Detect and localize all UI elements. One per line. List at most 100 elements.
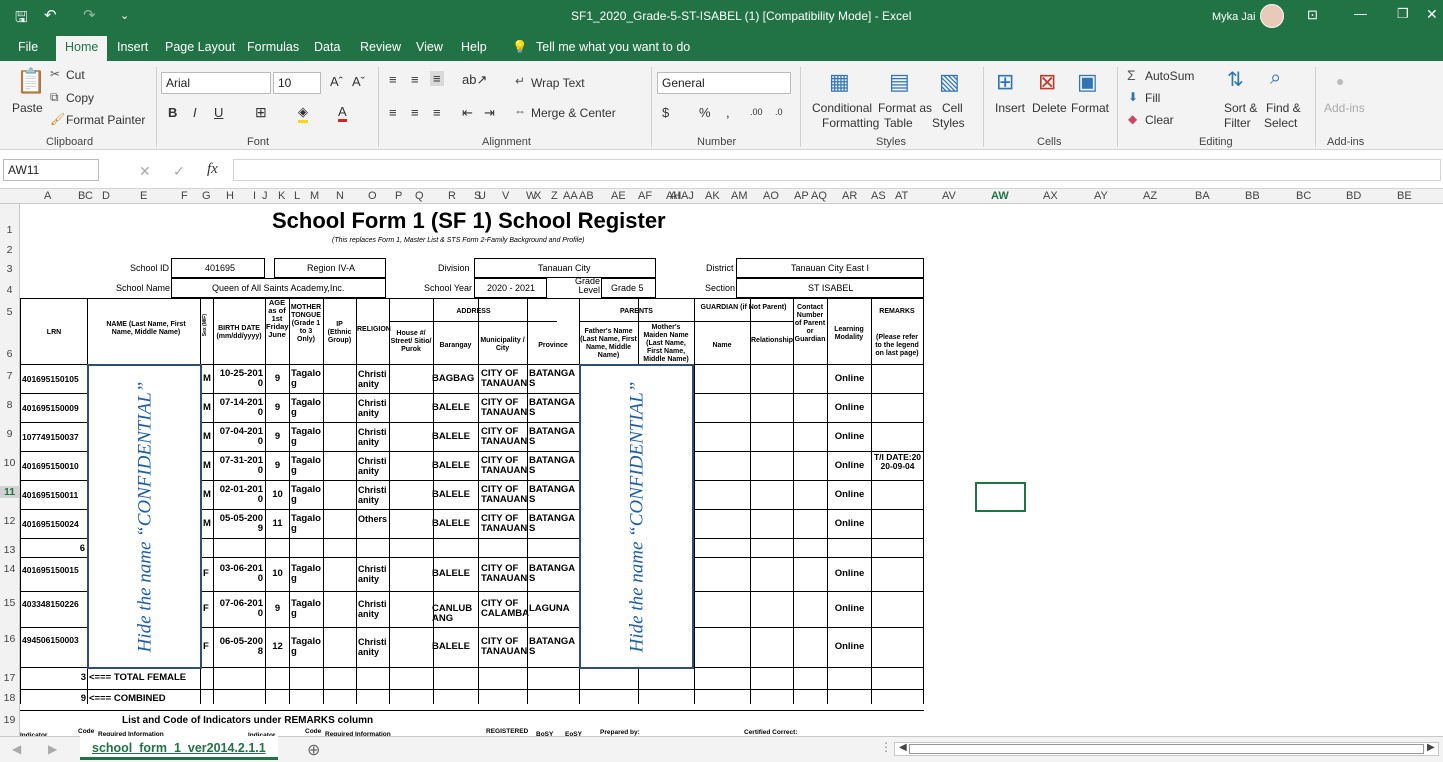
row-header-9[interactable]: 9	[0, 428, 19, 440]
column-header-at[interactable]: AT	[895, 190, 908, 202]
column-header-e[interactable]: E	[140, 190, 147, 202]
cancel-icon[interactable]: ✕	[139, 163, 151, 180]
column-header-i[interactable]: I	[253, 190, 256, 202]
column-header-m[interactable]: M	[310, 190, 319, 202]
column-header-az[interactable]: AZ	[1143, 190, 1157, 202]
name-box[interactable]: AW11	[3, 159, 99, 181]
column-header-be[interactable]: BE	[1397, 190, 1412, 202]
addins-button[interactable]: Add-ins	[1324, 101, 1365, 115]
column-header-d[interactable]: D	[102, 190, 110, 202]
tell-me-search[interactable]: Tell me what you want to do	[534, 40, 692, 54]
enter-icon[interactable]: ✓	[173, 163, 185, 180]
tab-insert[interactable]: Insert	[115, 40, 150, 54]
restore-icon[interactable]: ❐	[1397, 6, 1409, 22]
orientation-icon[interactable]: ab↗	[462, 72, 487, 88]
accounting-icon[interactable]: $	[662, 105, 669, 120]
column-header-aj[interactable]: AJ	[681, 190, 694, 202]
row-header-14[interactable]: 14	[0, 563, 19, 575]
fill-color-icon[interactable]: ◈	[298, 104, 308, 123]
increase-font-icon[interactable]: Aˆ	[330, 74, 343, 89]
format-button[interactable]: Format	[1071, 101, 1109, 115]
row-header-1[interactable]: 1	[0, 224, 19, 236]
format-painter-button[interactable]: Format Painter	[66, 113, 145, 127]
column-header-f[interactable]: F	[181, 190, 188, 202]
top-align-icon[interactable]: ≡	[389, 72, 397, 87]
column-header-q[interactable]: Q	[415, 190, 424, 202]
horizontal-scrollbar[interactable]: ◀ ▶	[894, 742, 1439, 756]
column-header-g[interactable]: G	[202, 190, 211, 202]
close-icon[interactable]: ✕	[1426, 6, 1438, 23]
worksheet-grid[interactable]: School Form 1 (SF 1) School Register (Th…	[20, 204, 1443, 742]
scroll-left-icon[interactable]: ◀	[899, 742, 907, 753]
sort-label[interactable]: Sort &	[1224, 101, 1257, 115]
scrollbar-thumb[interactable]	[909, 744, 1424, 754]
column-header-ao[interactable]: AO	[763, 190, 779, 202]
column-header-bc[interactable]: BC	[1296, 190, 1311, 202]
tab-page-layout[interactable]: Page Layout	[163, 40, 237, 54]
row-header-17[interactable]: 17	[0, 672, 19, 684]
column-header-bd[interactable]: BD	[1346, 190, 1361, 202]
column-header-l[interactable]: L	[294, 190, 300, 202]
row-header-15[interactable]: 15	[0, 597, 19, 609]
wrap-text-button[interactable]: Wrap Text	[531, 76, 585, 90]
select-label[interactable]: Select	[1264, 116, 1297, 130]
styles-button-label[interactable]: Styles	[932, 116, 965, 130]
column-header-ae[interactable]: AE	[611, 190, 626, 202]
decrease-font-icon[interactable]: Aˇ	[352, 74, 365, 89]
row-header-12[interactable]: 12	[0, 515, 19, 527]
new-sheet-icon[interactable]: ⊕	[307, 740, 320, 760]
row-header-10[interactable]: 10	[0, 457, 19, 469]
comma-icon[interactable]: ,	[726, 105, 730, 120]
align-right-icon[interactable]: ≡	[433, 105, 441, 120]
delete-button[interactable]: Delete	[1032, 101, 1067, 115]
column-header-o[interactable]: O	[368, 190, 377, 202]
row-header-19[interactable]: 19	[0, 714, 19, 726]
tab-help[interactable]: Help	[459, 40, 489, 54]
insert-button[interactable]: Insert	[995, 101, 1025, 115]
scroll-right-icon[interactable]: ▶	[1427, 742, 1435, 753]
column-header-a[interactable]: A	[44, 190, 51, 202]
insert-function-icon[interactable]: fx	[207, 161, 218, 178]
italic-icon[interactable]: I	[193, 105, 197, 120]
column-header-av[interactable]: AV	[942, 190, 956, 202]
table-label[interactable]: Table	[884, 116, 913, 130]
formatting-label[interactable]: Formatting	[822, 116, 879, 130]
column-header-aw[interactable]: AW	[991, 190, 1009, 202]
minimize-icon[interactable]: —	[1354, 6, 1367, 21]
column-header-p[interactable]: P	[395, 190, 402, 202]
align-center-icon[interactable]: ≡	[411, 105, 419, 120]
tab-formulas[interactable]: Formulas	[245, 40, 301, 54]
column-header-am[interactable]: AM	[731, 190, 748, 202]
merge-center-button[interactable]: Merge & Center	[531, 106, 616, 120]
column-header-ak[interactable]: AK	[705, 190, 720, 202]
paste-button[interactable]: Paste	[12, 101, 43, 115]
underline-icon[interactable]: U	[214, 105, 223, 120]
filter-label[interactable]: Filter	[1224, 116, 1251, 130]
row-header-16[interactable]: 16	[0, 633, 19, 645]
decrease-indent-icon[interactable]: ⇤	[462, 105, 473, 121]
increase-decimal-icon[interactable]: .00	[750, 107, 763, 117]
column-header-bb[interactable]: BB	[1245, 190, 1260, 202]
tab-file[interactable]: File	[16, 40, 40, 54]
copy-button[interactable]: Copy	[66, 91, 94, 105]
column-header-ba[interactable]: BA	[1195, 190, 1210, 202]
avatar[interactable]	[1260, 4, 1284, 28]
row-header-4[interactable]: 4	[0, 284, 19, 296]
percent-icon[interactable]: %	[699, 105, 711, 120]
tab-split-icon[interactable]: ⋮	[880, 740, 892, 754]
row-header-7[interactable]: 7	[0, 370, 19, 382]
column-header-r[interactable]: R	[448, 190, 456, 202]
column-header-u[interactable]: U	[478, 190, 486, 202]
font-size-select[interactable]: 10	[273, 72, 321, 94]
conditional-formatting-label[interactable]: Conditional	[812, 101, 872, 115]
column-header-as[interactable]: AS	[871, 190, 886, 202]
fill-button[interactable]: Fill	[1145, 91, 1160, 105]
borders-icon[interactable]: ⊞	[255, 104, 267, 121]
font-name-select[interactable]: Arial	[161, 72, 271, 94]
row-header-18[interactable]: 18	[0, 692, 19, 704]
row-header-5[interactable]: 5	[0, 306, 19, 318]
font-color-icon[interactable]: A	[338, 104, 347, 122]
save-icon[interactable]: 🖫	[15, 7, 28, 32]
ribbon-display-icon[interactable]: ⊡	[1307, 7, 1318, 23]
column-header-ay[interactable]: AY	[1094, 190, 1108, 202]
